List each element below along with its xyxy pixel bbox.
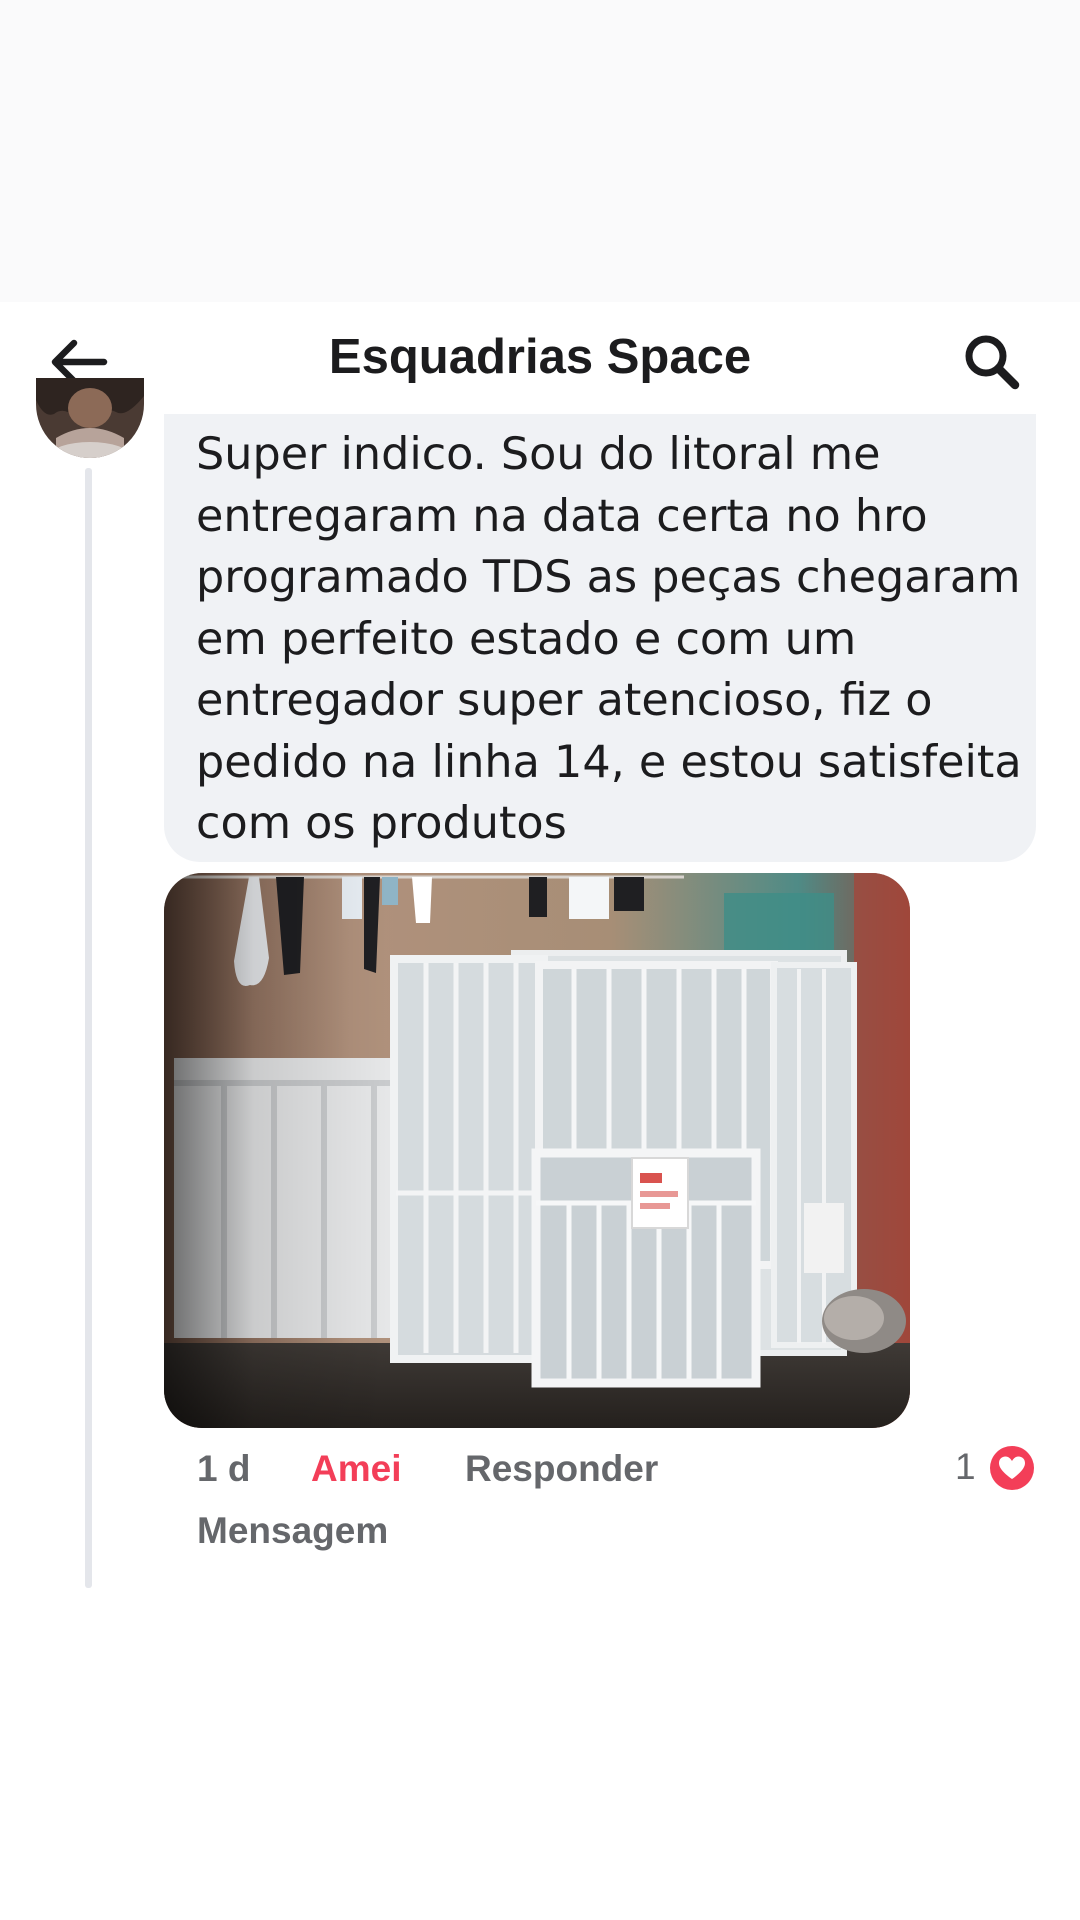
thread-line: [85, 468, 92, 1588]
comment-text: Super indico. Sou do litoral me entregar…: [196, 429, 1022, 849]
search-icon: [965, 335, 1020, 390]
page-title: Esquadrias Space: [328, 330, 752, 384]
commenter-avatar[interactable]: [36, 378, 144, 458]
page: Esquadrias Space Super indico. Sou do li…: [0, 0, 1080, 1920]
heart-icon[interactable]: [990, 1446, 1034, 1490]
comment-bubble[interactable]: Super indico. Sou do litoral me entregar…: [164, 414, 1036, 862]
comment-photo[interactable]: [164, 873, 910, 1428]
reaction-count[interactable]: 1: [955, 1446, 976, 1488]
message-button[interactable]: Mensagem: [197, 1510, 388, 1552]
reply-button[interactable]: Responder: [465, 1448, 658, 1490]
search-button[interactable]: [952, 322, 1032, 402]
status-bar-area: [0, 0, 1080, 302]
react-button[interactable]: Amei: [311, 1448, 401, 1490]
comment-time: 1 d: [197, 1448, 251, 1489]
top-app-bar: Esquadrias Space: [0, 302, 1080, 412]
